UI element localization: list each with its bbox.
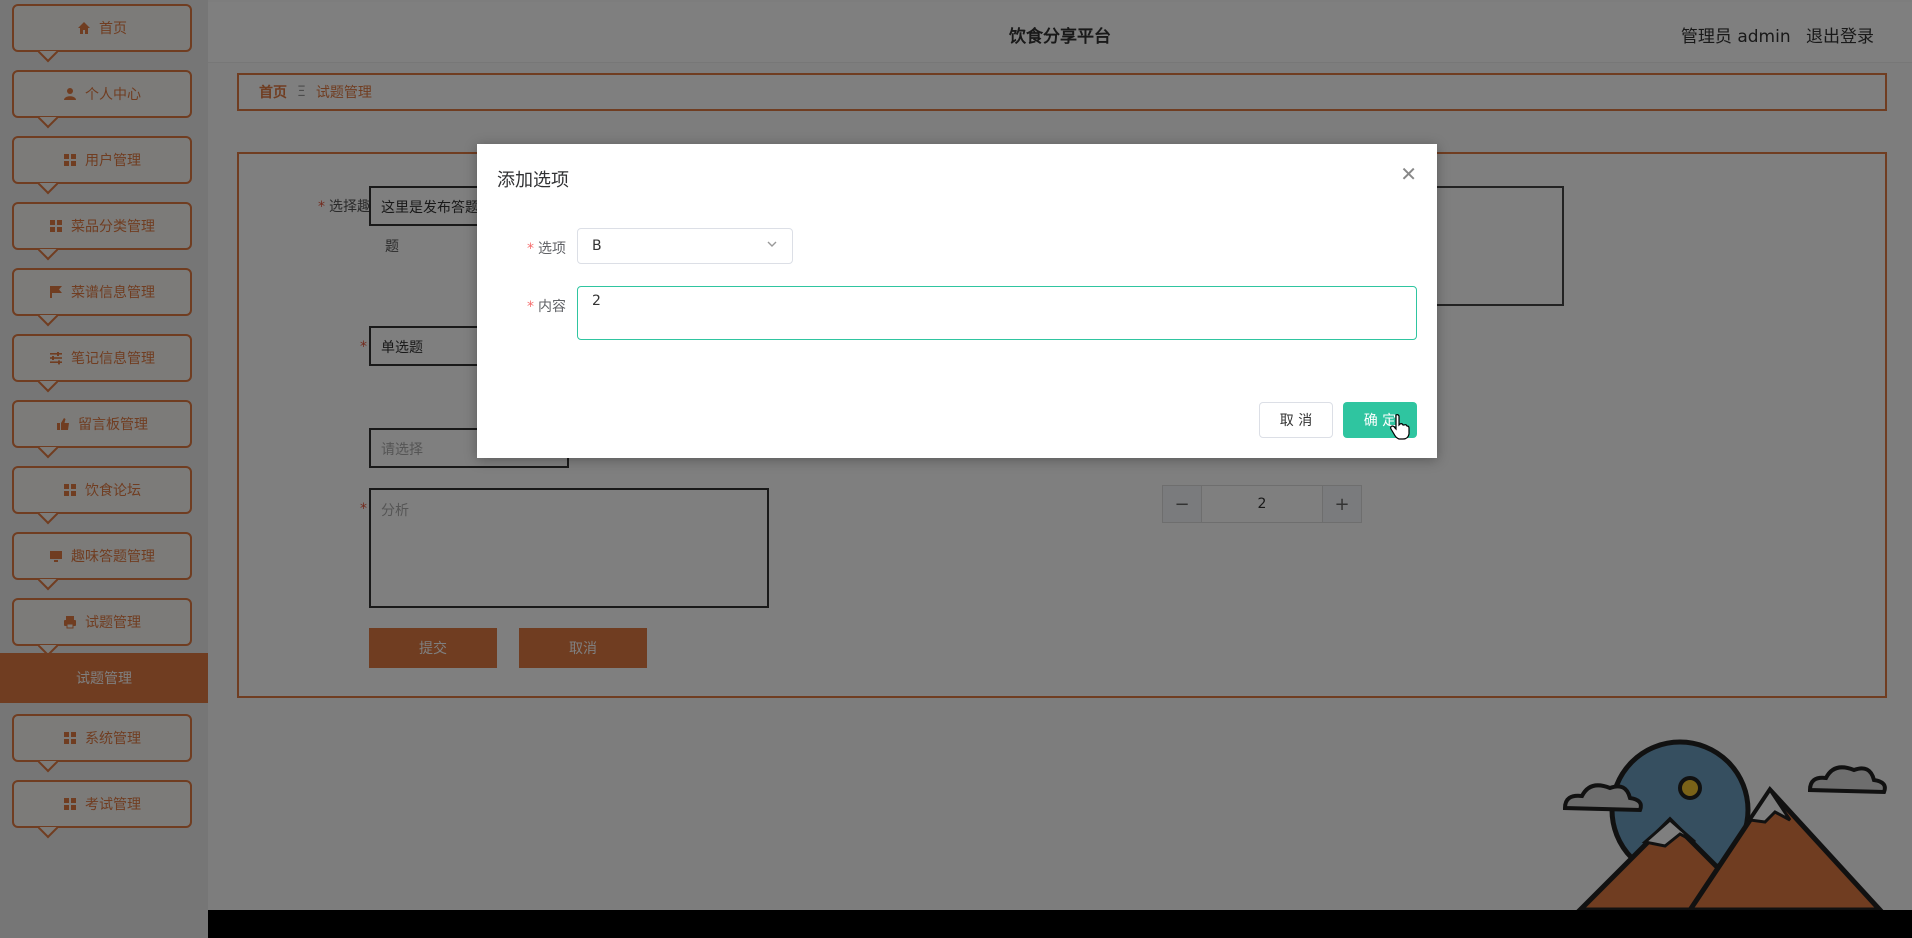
bottom-bar: [208, 910, 1912, 938]
content-label: * 内容: [527, 299, 566, 315]
close-icon[interactable]: ✕: [1400, 162, 1417, 186]
dialog-cancel-button[interactable]: 取 消: [1259, 402, 1333, 438]
option-label: * 选项: [527, 241, 566, 257]
option-select-value: B: [592, 238, 602, 254]
content-textarea[interactable]: 2: [577, 286, 1417, 340]
modal-overlay[interactable]: [0, 0, 1912, 938]
hand-cursor-icon: [1390, 414, 1410, 440]
add-option-dialog: 添加选项 ✕ * 选项 B * 内容 2 取 消 确 定: [477, 144, 1437, 458]
chevron-down-icon: [766, 238, 778, 254]
dialog-title: 添加选项: [497, 170, 569, 191]
option-select[interactable]: B: [577, 228, 793, 264]
